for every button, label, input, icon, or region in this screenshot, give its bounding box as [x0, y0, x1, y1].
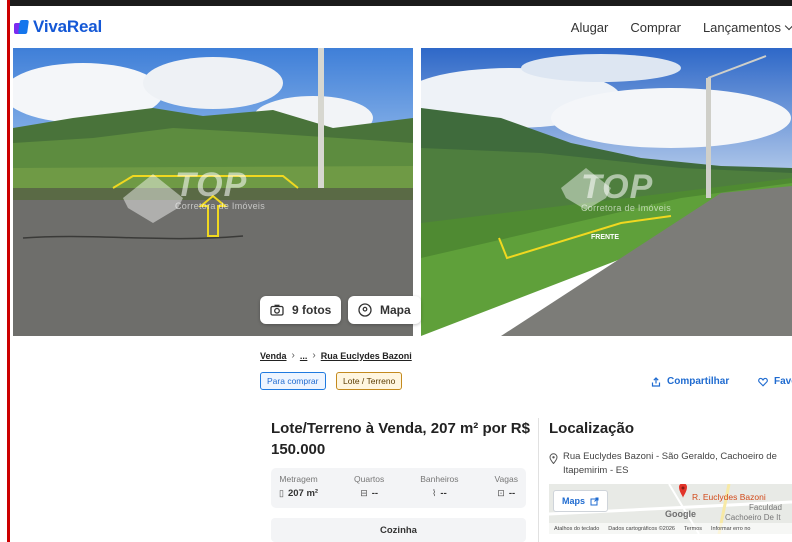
property-photo-2[interactable]: TOP Corretora de Imóveis FRENTE — [421, 48, 792, 336]
google-logo: Google — [665, 509, 696, 519]
open-maps-label: Maps — [562, 496, 586, 506]
map-report-link[interactable]: Informar erro no — [711, 526, 750, 532]
tag-property-type: Lote / Terreno — [336, 372, 403, 390]
chevron-down-icon — [784, 21, 792, 30]
spec-area: Metragem ▯ 207 m² — [279, 474, 318, 502]
location-address: Rua Euclydes Bazoni - São Geraldo, Cacho… — [549, 450, 792, 478]
share-label: Compartilhar — [667, 376, 730, 387]
spec-bedrooms: Quartos ⊟ -- — [354, 474, 384, 502]
window-top-border — [0, 0, 792, 6]
heart-icon — [758, 377, 768, 387]
nav-lancamentos-label: Lançamentos — [702, 19, 781, 35]
spec-parking-label: Vagas — [494, 474, 518, 484]
spec-bathrooms-label: Banheiros — [420, 474, 459, 484]
main-nav: Alugar Comprar Lançamentos — [549, 6, 792, 48]
map-pin-icon — [549, 453, 558, 478]
car-icon: ⊡ — [497, 488, 505, 498]
tag-purpose: Para comprar — [260, 372, 326, 390]
nav-comprar[interactable]: Comprar — [630, 20, 681, 35]
spec-bathrooms: Banheiros ⌇ -- — [420, 474, 458, 502]
location-title: Localização — [549, 420, 635, 437]
ruler-icon: ▯ — [279, 488, 284, 498]
favorite-label: Favoritar — [774, 376, 792, 387]
map-shortcuts-link[interactable]: Atalhos do teclado — [554, 526, 599, 532]
spec-bedrooms-label: Quartos — [354, 474, 385, 484]
map-button-label: Mapa — [380, 303, 411, 317]
photo-label: FRENTE — [591, 234, 619, 241]
location-pin-icon — [358, 303, 372, 317]
open-maps-button[interactable]: Maps — [553, 490, 609, 512]
map-street-label: R. Euclydes Bazoni — [692, 492, 766, 502]
spec-bedrooms-value: -- — [371, 488, 379, 499]
watermark: TOP Corretora de Imóveis — [175, 166, 265, 211]
brand-name: VivaReal — [33, 17, 102, 36]
breadcrumb: Venda › ... › Rua Euclydes Bazoni — [260, 350, 412, 361]
map-place-label: Faculdad — [749, 503, 782, 512]
spec-area-label: Metragem — [279, 474, 318, 484]
map-city-label: Cachoeiro De It — [725, 513, 781, 522]
watermark-2-subtitle: Corretora de Imóveis — [581, 203, 672, 213]
amenity-kitchen: Cozinha — [271, 518, 526, 542]
favorite-button[interactable]: Favoritar — [758, 376, 792, 387]
map-data-credit: Dados cartográficos ©2026 — [608, 525, 675, 532]
spec-area-value: 207 m² — [287, 488, 319, 499]
breadcrumb-venda[interactable]: Venda — [260, 351, 287, 361]
top-bar: VivaReal Alugar Comprar Lançamentos — [10, 6, 792, 48]
column-divider — [538, 418, 539, 542]
location-address-text: Rua Euclydes Bazoni - São Geraldo, Cacho… — [563, 451, 777, 476]
property-photo-1[interactable]: TOP Corretora de Imóveis — [13, 48, 413, 336]
breadcrumb-ellipsis[interactable]: ... — [300, 351, 308, 361]
chevron-right-icon: › — [312, 350, 316, 361]
watermark-2-text: TOP — [581, 168, 654, 206]
map-terms-link[interactable]: Termos — [684, 526, 702, 532]
breadcrumb-street[interactable]: Rua Euclydes Bazoni — [321, 351, 412, 361]
watermark-subtitle: Corretora de Imóveis — [175, 201, 266, 211]
nav-lancamentos[interactable]: Lançamentos — [703, 20, 792, 35]
bed-icon: ⊟ — [360, 488, 368, 498]
share-button[interactable]: Compartilhar — [651, 376, 729, 387]
window-left-border — [0, 0, 10, 542]
chevron-right-icon: › — [291, 350, 295, 361]
brand-logo[interactable]: VivaReal — [14, 17, 102, 37]
spec-parking-value: -- — [508, 488, 516, 499]
camera-icon — [270, 304, 284, 316]
photos-button-label: 9 fotos — [292, 303, 332, 317]
brand-logo-icon — [14, 20, 29, 34]
share-icon — [651, 376, 661, 387]
map-button[interactable]: Mapa — [348, 296, 421, 324]
map-footer: Atalhos do teclado Dados cartográficos ©… — [549, 523, 792, 534]
nav-alugar[interactable]: Alugar — [571, 20, 609, 35]
photos-button[interactable]: 9 fotos — [260, 296, 342, 324]
spec-bathrooms-value: -- — [440, 488, 447, 499]
location-map[interactable]: Maps R. Euclydes Bazoni Faculdad Cachoei… — [549, 484, 792, 534]
watermark-text: TOP — [175, 166, 248, 204]
external-link-icon — [590, 497, 599, 506]
specs-row: Metragem ▯ 207 m² Quartos ⊟ -- Banheiros ⌇… — [271, 468, 526, 508]
shower-icon: ⌇ — [432, 488, 437, 498]
spec-parking: Vagas ⊡ -- — [495, 474, 518, 502]
watermark-2: TOP Corretora de Imóveis — [581, 168, 671, 213]
listing-title: Lote/Terreno à Venda, 207 m² por R$ 150.… — [271, 420, 530, 458]
